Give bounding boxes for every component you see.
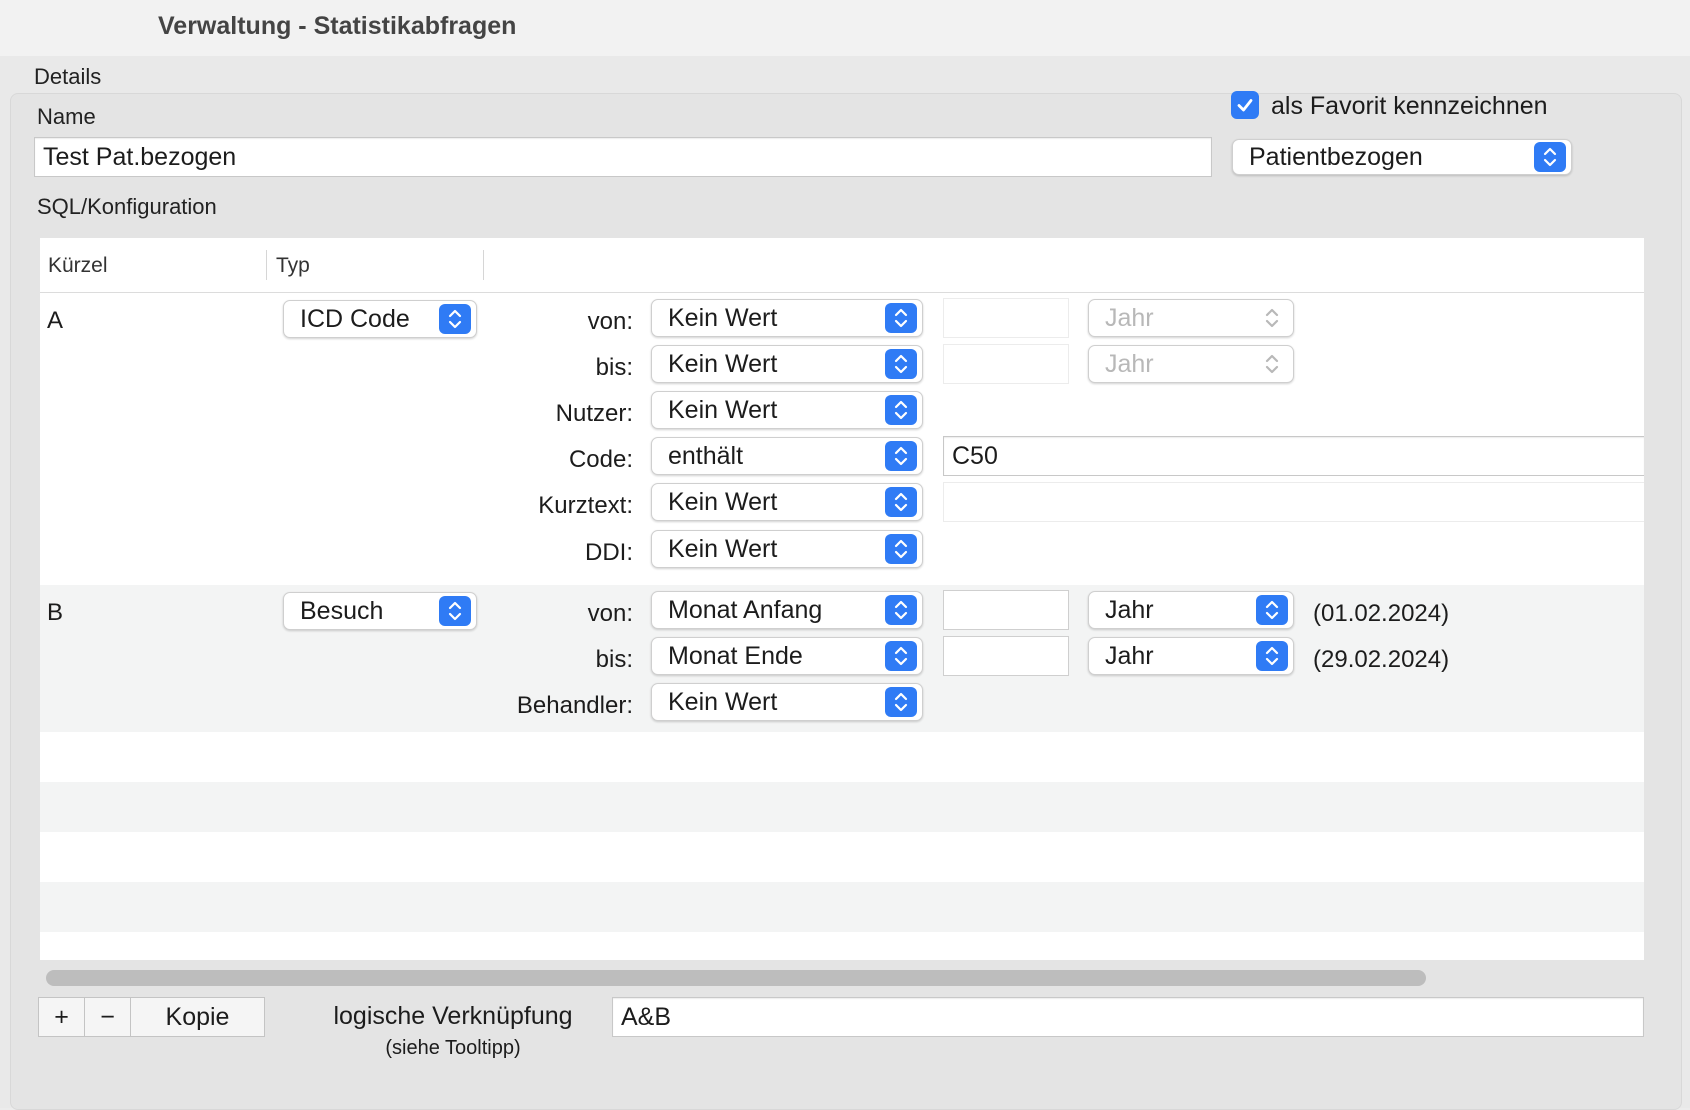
column-separator xyxy=(266,250,267,280)
row-b-von-date: (01.02.2024) xyxy=(1313,600,1450,627)
up-down-chevron-icon xyxy=(439,304,471,334)
row-b-bis-label: bis: xyxy=(595,646,633,673)
row-b-von-year-value: Jahr xyxy=(1105,595,1154,624)
row-b-bis-date: (29.02.2024) xyxy=(1313,646,1450,673)
empty-row xyxy=(40,782,1644,832)
row-a-kurztext-popup[interactable]: Kein Wert xyxy=(651,483,923,521)
row-a-nutzer-value: Kein Wert xyxy=(668,395,778,424)
sql-config-label: SQL/Konfiguration xyxy=(37,194,217,219)
up-down-chevron-icon xyxy=(1534,142,1566,172)
row-b-von-popup[interactable]: Monat Anfang xyxy=(651,591,923,629)
title-bar: Verwaltung - Statistikabfragen xyxy=(0,0,1690,56)
row-a-von-popup[interactable]: Kein Wert xyxy=(651,299,923,337)
row-a-bis-year-popup: Jahr xyxy=(1088,345,1294,383)
up-down-chevron-icon xyxy=(885,349,917,379)
row-b-behandler-popup[interactable]: Kein Wert xyxy=(651,683,923,721)
row-a-von-year-value: Jahr xyxy=(1105,303,1154,332)
table-header: Kürzel Typ xyxy=(40,238,1644,293)
row-a-nutzer-label: Nutzer: xyxy=(555,400,633,427)
add-row-button[interactable]: + xyxy=(38,997,85,1037)
up-down-chevron-icon xyxy=(1256,349,1288,379)
scope-popup-value: Patientbezogen xyxy=(1249,142,1423,171)
row-b-bis-year-popup[interactable]: Jahr xyxy=(1088,637,1294,675)
row-a-code-label: Code: xyxy=(568,446,633,473)
row-b-bis-value: Monat Ende xyxy=(668,641,803,670)
row-b-bis-popup[interactable]: Monat Ende xyxy=(651,637,923,675)
up-down-chevron-icon xyxy=(885,534,917,564)
up-down-chevron-icon xyxy=(439,596,471,626)
window-title: Verwaltung - Statistikabfragen xyxy=(158,12,517,40)
row-b-kuerzel: B xyxy=(47,599,64,626)
window: Verwaltung - Statistikabfragen Details N… xyxy=(0,0,1690,1110)
row-b-von-label: von: xyxy=(587,600,633,627)
row-a-ddi-popup[interactable]: Kein Wert xyxy=(651,530,923,568)
row-a-von-offset-field xyxy=(943,298,1069,338)
row-a-von-year-popup: Jahr xyxy=(1088,299,1294,337)
row-a-type-popup[interactable]: ICD Code xyxy=(283,300,477,338)
row-a-code-input[interactable]: C50 xyxy=(943,436,1644,476)
row-a-bis-popup[interactable]: Kein Wert xyxy=(651,345,923,383)
scope-popup[interactable]: Patientbezogen xyxy=(1232,139,1572,175)
row-a-kurztext-input xyxy=(943,482,1644,522)
header-kuerzel: Kürzel xyxy=(48,254,108,277)
name-label: Name xyxy=(37,104,96,129)
column-separator xyxy=(483,250,484,280)
up-down-chevron-icon xyxy=(885,303,917,333)
row-b-bis-year-value: Jahr xyxy=(1105,641,1154,670)
row-b-behandler-label: Behandler: xyxy=(516,692,633,719)
up-down-chevron-icon xyxy=(1256,303,1288,333)
up-down-chevron-icon xyxy=(1256,641,1288,671)
favorite-checkbox[interactable] xyxy=(1231,91,1259,119)
logic-label: logische Verknüpfung xyxy=(333,1002,573,1030)
up-down-chevron-icon xyxy=(885,687,917,717)
row-a-kuerzel: A xyxy=(47,307,64,334)
row-b-von-year-popup[interactable]: Jahr xyxy=(1088,591,1294,629)
row-a-type-value: ICD Code xyxy=(300,304,410,333)
row-a-code-value: enthält xyxy=(668,441,744,470)
copy-button[interactable]: Kopie xyxy=(130,997,265,1037)
row-a-bis-label: bis: xyxy=(595,354,633,381)
checkmark-icon xyxy=(1237,99,1253,112)
row-a-von-value: Kein Wert xyxy=(668,303,778,332)
horizontal-scrollbar[interactable] xyxy=(46,970,1426,986)
logic-hint: (siehe Tooltipp) xyxy=(385,1037,521,1059)
row-a-bis-offset-field xyxy=(943,344,1069,384)
empty-row xyxy=(40,732,1644,782)
row-b-von-offset-input[interactable] xyxy=(943,590,1069,630)
row-a-nutzer-popup[interactable]: Kein Wert xyxy=(651,391,923,429)
row-b-behandler-value: Kein Wert xyxy=(668,687,778,716)
row-b-bis-offset-input[interactable] xyxy=(943,636,1069,676)
empty-row xyxy=(40,882,1644,932)
row-b-type-popup[interactable]: Besuch xyxy=(283,592,477,630)
up-down-chevron-icon xyxy=(885,441,917,471)
up-down-chevron-icon xyxy=(885,487,917,517)
name-input[interactable]: Test Pat.bezogen xyxy=(34,137,1212,177)
row-a-bis-value: Kein Wert xyxy=(668,349,778,378)
logic-input[interactable]: A&B xyxy=(612,997,1644,1037)
up-down-chevron-icon xyxy=(885,641,917,671)
up-down-chevron-icon xyxy=(1256,595,1288,625)
row-a-code-popup[interactable]: enthält xyxy=(651,437,923,475)
favorite-label: als Favorit kennzeichnen xyxy=(1271,92,1548,120)
row-a-ddi-value: Kein Wert xyxy=(668,534,778,563)
row-a-von-label: von: xyxy=(587,308,633,335)
up-down-chevron-icon xyxy=(885,395,917,425)
header-typ: Typ xyxy=(276,254,310,277)
row-a-ddi-label: DDI: xyxy=(585,539,633,566)
empty-row xyxy=(40,832,1644,882)
row-b-von-value: Monat Anfang xyxy=(668,595,823,624)
details-label: Details xyxy=(34,64,102,89)
row-a-bis-year-value: Jahr xyxy=(1105,349,1154,378)
config-table: Kürzel Typ A ICD Code von: Kein Wert Jah… xyxy=(40,238,1644,960)
remove-row-button[interactable]: − xyxy=(84,997,131,1037)
row-a-kurztext-label: Kurztext: xyxy=(538,492,633,519)
row-b-type-value: Besuch xyxy=(300,596,384,625)
row-a-kurztext-value: Kein Wert xyxy=(668,487,778,516)
up-down-chevron-icon xyxy=(885,595,917,625)
